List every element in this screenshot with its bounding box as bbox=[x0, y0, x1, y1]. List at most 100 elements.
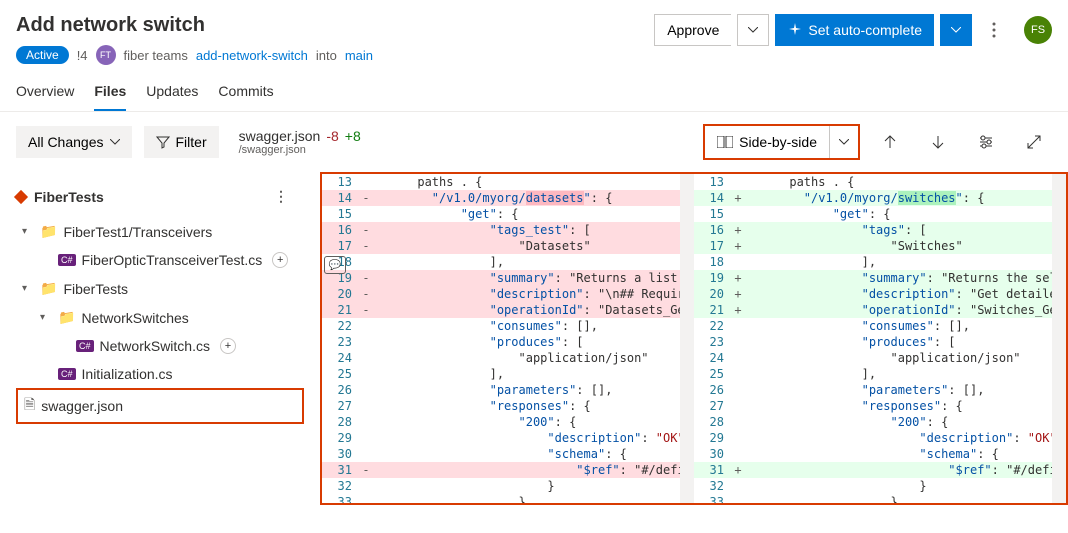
code-content: ], bbox=[374, 366, 680, 382]
diff-line[interactable]: 22 "consumes": [], bbox=[694, 318, 1052, 334]
comment-icon[interactable]: 💬 bbox=[324, 256, 346, 274]
auto-complete-button[interactable]: Set auto-complete bbox=[775, 14, 934, 46]
tree-row[interactable]: 🗎swagger.json bbox=[16, 388, 304, 424]
view-mode-chevron[interactable] bbox=[830, 126, 858, 158]
diff-line[interactable]: 31+ "$ref": "#/definit bbox=[694, 462, 1052, 478]
settings-button[interactable] bbox=[968, 126, 1004, 158]
diff-line[interactable]: 30 "schema": { bbox=[694, 446, 1052, 462]
tree-row[interactable]: ▾📁FiberTest1/Transceivers bbox=[0, 217, 320, 246]
diff-line[interactable]: 15 "get": { bbox=[322, 206, 680, 222]
plus-badge-icon[interactable]: + bbox=[272, 252, 288, 268]
diff-line[interactable]: 32 } bbox=[694, 478, 1052, 494]
line-number: 16 bbox=[694, 222, 730, 238]
diff-line[interactable]: 32 } bbox=[322, 478, 680, 494]
target-branch[interactable]: main bbox=[345, 48, 373, 63]
next-diff-button[interactable] bbox=[920, 126, 956, 158]
line-number: 14 bbox=[694, 190, 730, 206]
auto-complete-dropdown[interactable] bbox=[940, 14, 972, 46]
diff-line[interactable]: 18 ], bbox=[694, 254, 1052, 270]
project-name[interactable]: FiberTests bbox=[34, 189, 104, 205]
diff-line[interactable]: 16+ "tags": [ bbox=[694, 222, 1052, 238]
diff-line[interactable]: 33 } bbox=[694, 494, 1052, 503]
code-content: "tags_test": [ bbox=[374, 222, 680, 238]
all-changes-dropdown[interactable]: All Changes bbox=[16, 126, 132, 158]
plus-badge-icon[interactable]: + bbox=[220, 338, 236, 354]
diff-line[interactable]: 27 "responses": { bbox=[694, 398, 1052, 414]
diff-line[interactable]: 28 "200": { bbox=[322, 414, 680, 430]
diff-line[interactable]: 26 "parameters": [], bbox=[694, 382, 1052, 398]
approve-dropdown[interactable] bbox=[737, 14, 769, 46]
code-content: "description": "\n## Required bbox=[374, 286, 680, 302]
scrollbar-left[interactable] bbox=[680, 174, 694, 503]
diff-line[interactable]: 26 "parameters": [], bbox=[322, 382, 680, 398]
diff-line[interactable]: 20- "description": "\n## Required bbox=[322, 286, 680, 302]
prev-diff-button[interactable] bbox=[872, 126, 908, 158]
diff-mark: - bbox=[358, 222, 374, 238]
user-avatar[interactable]: FS bbox=[1024, 16, 1052, 44]
line-number: 30 bbox=[694, 446, 730, 462]
project-more-icon[interactable]: ⋮ bbox=[274, 188, 304, 205]
tree-row[interactable]: C#Initialization.cs bbox=[0, 360, 320, 388]
tab-updates[interactable]: Updates bbox=[146, 73, 198, 111]
tab-overview[interactable]: Overview bbox=[16, 73, 74, 111]
diff-line[interactable]: 13 paths . { bbox=[322, 174, 680, 190]
code-content: "/v1.0/myorg/datasets": { bbox=[374, 190, 680, 206]
diff-line[interactable]: 18 ], bbox=[322, 254, 680, 270]
diff-line[interactable]: 28 "200": { bbox=[694, 414, 1052, 430]
diff-mark: - bbox=[358, 270, 374, 286]
approve-button[interactable]: Approve bbox=[654, 14, 731, 46]
diff-line[interactable]: 14+ "/v1.0/myorg/switches": { bbox=[694, 190, 1052, 206]
code-content: "consumes": [], bbox=[374, 318, 680, 334]
code-content: "/v1.0/myorg/switches": { bbox=[746, 190, 1052, 206]
team-avatar[interactable]: FT bbox=[96, 45, 116, 65]
source-branch[interactable]: add-network-switch bbox=[196, 48, 308, 63]
filter-icon bbox=[156, 135, 170, 149]
diff-line[interactable]: 23 "produces": [ bbox=[694, 334, 1052, 350]
line-number: 24 bbox=[322, 350, 358, 366]
diff-line[interactable]: 25 ], bbox=[694, 366, 1052, 382]
diff-line[interactable]: 24 "application/json" bbox=[322, 350, 680, 366]
diff-line[interactable]: 33 } bbox=[322, 494, 680, 503]
filter-button[interactable]: Filter bbox=[144, 126, 219, 158]
tree-row[interactable]: C#FiberOpticTransceiverTest.cs+ bbox=[0, 246, 320, 274]
fullscreen-button[interactable] bbox=[1016, 126, 1052, 158]
diff-line[interactable]: 14- "/v1.0/myorg/datasets": { bbox=[322, 190, 680, 206]
diff-line[interactable]: 17+ "Switches" bbox=[694, 238, 1052, 254]
diff-line[interactable]: 15 "get": { bbox=[694, 206, 1052, 222]
diff-line[interactable]: 25 ], bbox=[322, 366, 680, 382]
diff-line[interactable]: 22 "consumes": [], bbox=[322, 318, 680, 334]
diff-mark bbox=[730, 478, 746, 494]
diff-mark: + bbox=[730, 270, 746, 286]
diff-line[interactable]: 31- "$ref": "#/definit bbox=[322, 462, 680, 478]
tree-row[interactable]: C#NetworkSwitch.cs+ bbox=[0, 332, 320, 360]
line-number: 24 bbox=[694, 350, 730, 366]
more-actions-button[interactable] bbox=[978, 14, 1010, 46]
diff-line[interactable]: 24 "application/json" bbox=[694, 350, 1052, 366]
folder-icon: 📁 bbox=[40, 280, 57, 297]
scrollbar-right[interactable] bbox=[1052, 174, 1066, 503]
diff-line[interactable]: 13 paths . { bbox=[694, 174, 1052, 190]
diff-line[interactable]: 27 "responses": { bbox=[322, 398, 680, 414]
tree-row[interactable]: ▾📁FiberTests bbox=[0, 274, 320, 303]
code-content: "responses": { bbox=[374, 398, 680, 414]
tree-row[interactable]: ▾📁NetworkSwitches bbox=[0, 303, 320, 332]
diff-line[interactable]: 16- "tags_test": [ bbox=[322, 222, 680, 238]
diff-line[interactable]: 29 "description": "OK", bbox=[322, 430, 680, 446]
diff-line[interactable]: 21+ "operationId": "Switches_GetSw bbox=[694, 302, 1052, 318]
diff-line[interactable]: 21- "operationId": "Datasets_GetD bbox=[322, 302, 680, 318]
more-vertical-icon bbox=[992, 22, 996, 38]
view-mode-dropdown[interactable]: Side-by-side bbox=[705, 126, 830, 158]
code-content: "get": { bbox=[746, 206, 1052, 222]
code-content: "get": { bbox=[374, 206, 680, 222]
tab-files[interactable]: Files bbox=[94, 73, 126, 111]
diff-line[interactable]: 19+ "summary": "Returns the select bbox=[694, 270, 1052, 286]
diff-line[interactable]: 19- "summary": "Returns a list of bbox=[322, 270, 680, 286]
diff-line[interactable]: 29 "description": "OK", bbox=[694, 430, 1052, 446]
diff-line[interactable]: 20+ "description": "Get detailed s bbox=[694, 286, 1052, 302]
tree-item-label: FiberTest1/Transceivers bbox=[63, 224, 212, 240]
team-name[interactable]: fiber teams bbox=[124, 48, 188, 63]
diff-line[interactable]: 17- "Datasets" bbox=[322, 238, 680, 254]
diff-line[interactable]: 30 "schema": { bbox=[322, 446, 680, 462]
diff-line[interactable]: 23 "produces": [ bbox=[322, 334, 680, 350]
tab-commits[interactable]: Commits bbox=[218, 73, 273, 111]
